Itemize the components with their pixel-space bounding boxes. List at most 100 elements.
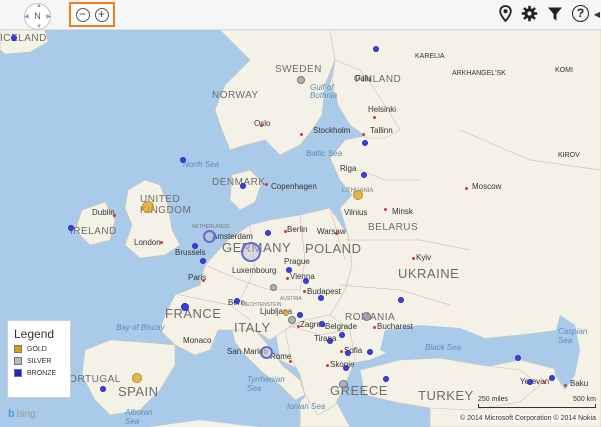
city-dot bbox=[284, 230, 287, 233]
city-dot bbox=[335, 232, 338, 235]
label-copenhagen: Copenhagen bbox=[271, 182, 317, 191]
medal-marker-silver[interactable] bbox=[339, 380, 348, 389]
compass-navigation-control[interactable]: ▲ ▼ ◀ ▶ N bbox=[24, 3, 51, 30]
medal-marker-bronze[interactable] bbox=[68, 225, 74, 231]
pan-up-icon[interactable]: ▲ bbox=[36, 3, 42, 9]
label-norway: NORWAY bbox=[212, 90, 259, 101]
help-glyph: ? bbox=[576, 6, 585, 20]
label-baku: Baku bbox=[570, 379, 589, 388]
medal-marker-gold[interactable] bbox=[132, 373, 142, 383]
city-dot bbox=[362, 133, 365, 136]
medal-marker-silver[interactable] bbox=[270, 284, 277, 291]
gear-icon[interactable] bbox=[521, 5, 538, 22]
label-tallinn: Tallinn bbox=[370, 126, 393, 135]
label-arkhangelsk: ARKHANGEL'SK bbox=[452, 70, 506, 77]
medal-marker-bronze[interactable] bbox=[240, 183, 246, 189]
medal-marker-gold[interactable] bbox=[142, 201, 154, 213]
medal-marker-bronze[interactable] bbox=[367, 349, 373, 355]
medal-marker-bronze[interactable] bbox=[527, 379, 533, 385]
label-alboran-sea: Alboran Sea bbox=[125, 408, 153, 426]
label-rome: Rome bbox=[270, 352, 292, 361]
label-komi: KOMI bbox=[555, 67, 573, 74]
medal-marker-multi[interactable] bbox=[241, 242, 261, 262]
legend-label: BRONZE bbox=[27, 369, 57, 377]
city-dot bbox=[543, 381, 546, 384]
label-france: FRANCE bbox=[165, 306, 222, 321]
filter-icon[interactable] bbox=[547, 6, 563, 22]
medal-marker-bronze[interactable] bbox=[383, 376, 389, 382]
city-dot bbox=[260, 124, 263, 127]
pan-left-icon[interactable]: ◀ bbox=[24, 14, 29, 20]
compass-north-label: N bbox=[34, 11, 41, 21]
label-tyrrhenian-sea: Tyrrhenian Sea bbox=[247, 375, 285, 393]
legend-title: Legend bbox=[14, 327, 55, 341]
label-black-sea: Black Sea bbox=[425, 343, 462, 352]
medal-marker-bronze[interactable] bbox=[303, 278, 309, 284]
label-caspian-sea: Caspian Sea bbox=[558, 327, 588, 345]
legend-item-bronze: BRONZE bbox=[14, 369, 64, 377]
label-kyiv: Kyiv bbox=[416, 253, 432, 262]
label-warsaw: Warsaw bbox=[317, 227, 346, 236]
medal-marker-multi[interactable] bbox=[203, 230, 216, 243]
label-bucharest: Bucharest bbox=[377, 322, 414, 331]
city-dot bbox=[564, 384, 567, 387]
city-dot bbox=[412, 257, 415, 260]
city-dot bbox=[265, 183, 268, 186]
medal-marker-bronze[interactable] bbox=[343, 365, 349, 371]
medal-marker-silver[interactable] bbox=[362, 312, 371, 321]
city-dot bbox=[303, 290, 306, 293]
bing-b-icon: b bbox=[8, 408, 15, 420]
medal-marker-bronze[interactable] bbox=[181, 303, 189, 311]
label-spain: SPAIN bbox=[118, 384, 159, 399]
collapse-panel-icon[interactable]: ◀ bbox=[594, 10, 600, 19]
medal-marker-gold[interactable] bbox=[353, 190, 363, 200]
medal-marker-bronze[interactable] bbox=[398, 297, 404, 303]
label-tirana: Tirana bbox=[314, 334, 337, 343]
medal-marker-bronze[interactable] bbox=[345, 350, 351, 356]
label-monaco: Monaco bbox=[183, 336, 212, 345]
map-canvas[interactable]: ICELAND SWEDEN FINLAND NORWAY KARELIA AR… bbox=[0, 30, 601, 427]
medal-marker-bronze[interactable] bbox=[318, 295, 324, 301]
zoom-out-button[interactable]: − bbox=[75, 7, 90, 22]
medal-marker-bronze[interactable] bbox=[339, 332, 345, 338]
map-scale: 250 miles 500 km bbox=[478, 396, 596, 408]
medal-marker-bronze[interactable] bbox=[361, 172, 367, 178]
legend-label: GOLD bbox=[27, 345, 47, 353]
pan-down-icon[interactable]: ▼ bbox=[36, 24, 42, 30]
medal-marker-bronze[interactable] bbox=[180, 157, 186, 163]
city-dot bbox=[384, 208, 387, 211]
medal-marker-bronze[interactable] bbox=[319, 321, 325, 327]
map-legend: Legend GOLD SILVER BRONZE bbox=[7, 320, 71, 398]
pan-right-icon[interactable]: ▶ bbox=[46, 14, 51, 20]
help-icon[interactable]: ? bbox=[572, 5, 589, 22]
medal-marker-bronze[interactable] bbox=[373, 46, 379, 52]
medal-marker-bronze[interactable] bbox=[200, 258, 206, 264]
bing-logo: b bing bbox=[8, 408, 36, 420]
medal-marker-bronze[interactable] bbox=[327, 338, 333, 344]
medal-marker-gold[interactable] bbox=[283, 310, 289, 316]
city-dot bbox=[300, 133, 303, 136]
label-berlin: Berlin bbox=[287, 225, 308, 234]
medal-marker-silver[interactable] bbox=[297, 76, 305, 84]
medal-marker-bronze[interactable] bbox=[100, 386, 106, 392]
medal-marker-bronze[interactable] bbox=[192, 243, 198, 249]
medal-marker-bronze[interactable] bbox=[234, 298, 240, 304]
medal-marker-multi[interactable] bbox=[260, 346, 273, 359]
medal-marker-bronze[interactable] bbox=[515, 355, 521, 361]
medal-marker-bronze[interactable] bbox=[362, 140, 368, 146]
medal-marker-bronze[interactable] bbox=[286, 267, 292, 273]
medal-marker-bronze[interactable] bbox=[297, 312, 303, 318]
city-dot bbox=[373, 326, 376, 329]
label-belgrade: Belgrade bbox=[325, 322, 358, 331]
city-dot bbox=[373, 116, 376, 119]
map-pin-icon[interactable] bbox=[499, 5, 512, 22]
label-budapest: Budapest bbox=[307, 287, 341, 296]
label-dublin: Dublin bbox=[92, 208, 115, 217]
label-stockholm: Stockholm bbox=[313, 126, 351, 135]
medal-marker-bronze[interactable] bbox=[549, 375, 555, 381]
medal-marker-bronze[interactable] bbox=[11, 35, 17, 41]
medal-marker-bronze[interactable] bbox=[265, 230, 271, 236]
city-dot bbox=[297, 325, 300, 328]
medal-marker-silver[interactable] bbox=[288, 316, 296, 324]
zoom-in-button[interactable]: + bbox=[94, 7, 109, 22]
